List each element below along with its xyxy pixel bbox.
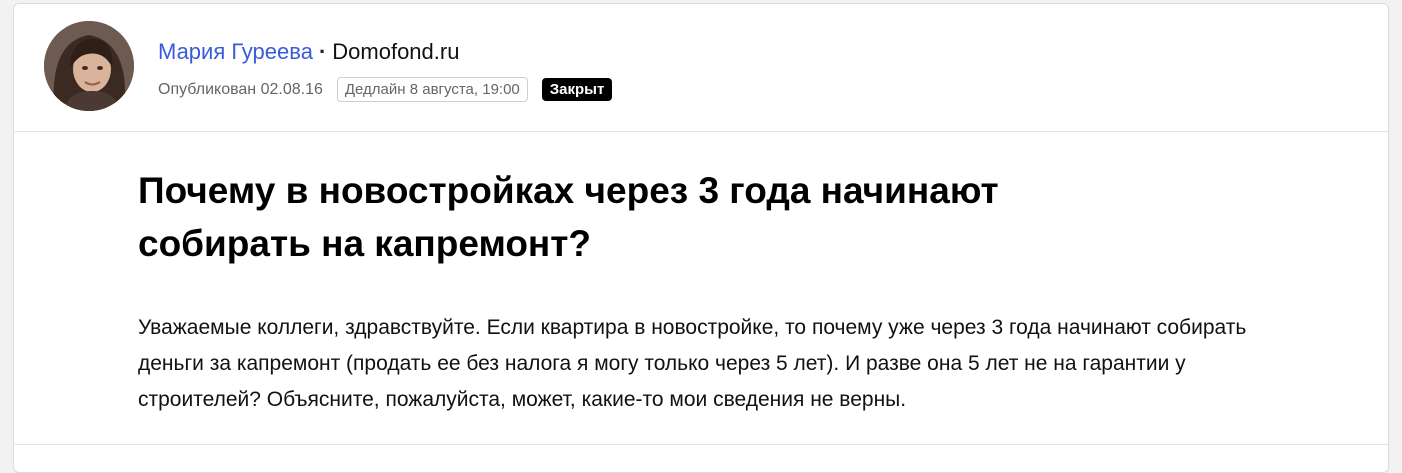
author-name-link[interactable]: Мария Гуреева bbox=[158, 39, 313, 64]
separator-dot: · bbox=[318, 39, 327, 64]
question-content: Почему в новостройках через 3 года начин… bbox=[138, 164, 1278, 418]
company-link[interactable]: Domofond.ru bbox=[332, 39, 459, 64]
question-body: Уважаемые коллеги, здравствуйте. Если кв… bbox=[138, 316, 1247, 411]
bottom-divider bbox=[14, 444, 1388, 445]
status-badge: Закрыт bbox=[541, 78, 613, 101]
question-card: Мария Гуреева · Domofond.ru Опубликован 02… bbox=[13, 3, 1389, 473]
meta-line: Опубликован 02.08.16 Дедлайн 8 августа, … bbox=[158, 77, 613, 102]
question-header: Мария Гуреева · Domofond.ru Опубликован 02… bbox=[14, 4, 1388, 132]
question-title: Почему в новостройках через 3 года начин… bbox=[138, 170, 999, 264]
avatar[interactable] bbox=[44, 21, 134, 111]
published-date: Опубликован 02.08.16 bbox=[158, 80, 323, 98]
author-line: Мария Гуреева · Domofond.ru bbox=[158, 39, 459, 65]
author-photo-icon bbox=[44, 21, 134, 111]
deadline-badge: Дедлайн 8 августа, 19:00 bbox=[336, 77, 528, 102]
